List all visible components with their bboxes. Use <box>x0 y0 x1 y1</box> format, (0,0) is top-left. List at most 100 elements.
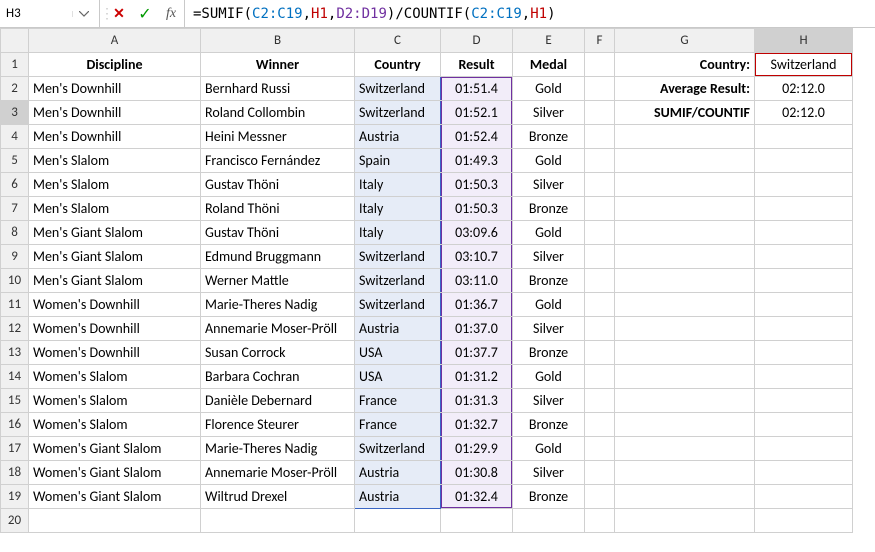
cell[interactable] <box>585 485 615 509</box>
row-header[interactable]: 16 <box>1 413 29 437</box>
cell[interactable] <box>755 461 853 485</box>
cell-winner[interactable]: Heini Messner <box>201 125 355 149</box>
cell-country[interactable]: Switzerland <box>355 77 441 101</box>
cell-discipline[interactable]: Men's Giant Slalom <box>29 221 201 245</box>
cell-result[interactable]: 01:51.4 <box>441 77 513 101</box>
cell-winner[interactable]: Danièle Debernard <box>201 389 355 413</box>
row-header[interactable]: 11 <box>1 293 29 317</box>
cell[interactable] <box>585 77 615 101</box>
cell-country-value[interactable]: Switzerland <box>755 53 853 77</box>
cell-header[interactable]: Result <box>441 53 513 77</box>
cell-result[interactable]: 01:50.3 <box>441 173 513 197</box>
cell[interactable] <box>585 461 615 485</box>
cell[interactable] <box>615 197 755 221</box>
cell-discipline[interactable]: Women's Downhill <box>29 341 201 365</box>
cell-result[interactable]: 01:36.7 <box>441 293 513 317</box>
cell-winner[interactable]: Wiltrud Drexel <box>201 485 355 509</box>
cell[interactable] <box>585 317 615 341</box>
cancel-icon[interactable]: ✕ <box>106 5 132 22</box>
cell-winner[interactable]: Francisco Fernández <box>201 149 355 173</box>
grid[interactable]: A B C D E F G H 1 Discipline Winner Coun… <box>0 28 875 552</box>
cell-result[interactable]: 01:31.3 <box>441 389 513 413</box>
cell[interactable] <box>755 293 853 317</box>
row-header[interactable]: 3 <box>1 101 29 125</box>
cell[interactable] <box>755 365 853 389</box>
row-header[interactable]: 4 <box>1 125 29 149</box>
cell[interactable] <box>585 149 615 173</box>
cell-avg-label[interactable]: Average Result: <box>615 77 755 101</box>
formula-input[interactable]: =SUMIF(C2:C19,H1,D2:D19)/COUNTIF(C2:C19,… <box>185 0 875 27</box>
cell-result[interactable]: 01:49.3 <box>441 149 513 173</box>
cell-country[interactable]: France <box>355 389 441 413</box>
cell[interactable] <box>615 125 755 149</box>
cell-winner[interactable]: Gustav Thöni <box>201 221 355 245</box>
row-header[interactable]: 6 <box>1 173 29 197</box>
cell-discipline[interactable]: Men's Slalom <box>29 197 201 221</box>
cell-winner[interactable]: Susan Corrock <box>201 341 355 365</box>
cell[interactable] <box>615 341 755 365</box>
cell-medal[interactable]: Bronze <box>513 197 585 221</box>
row-header[interactable]: 19 <box>1 485 29 509</box>
cell-winner[interactable]: Barbara Cochran <box>201 365 355 389</box>
cell-country[interactable]: Austria <box>355 125 441 149</box>
col-header-G[interactable]: G <box>615 29 755 53</box>
cell[interactable] <box>615 245 755 269</box>
cell-country[interactable]: Italy <box>355 173 441 197</box>
cell-result[interactable]: 01:37.7 <box>441 341 513 365</box>
col-header-A[interactable]: A <box>29 29 201 53</box>
cell-medal[interactable]: Bronze <box>513 269 585 293</box>
row-header[interactable]: 7 <box>1 197 29 221</box>
cell-avg-value[interactable]: 02:12.0 <box>755 77 853 101</box>
row-header[interactable]: 8 <box>1 221 29 245</box>
cell[interactable] <box>585 245 615 269</box>
cell-result[interactable]: 01:32.7 <box>441 413 513 437</box>
cell[interactable] <box>585 437 615 461</box>
cell-discipline[interactable]: Men's Downhill <box>29 77 201 101</box>
cell-result[interactable]: 01:52.1 <box>441 101 513 125</box>
cell-medal[interactable]: Bronze <box>513 341 585 365</box>
cell-medal[interactable]: Bronze <box>513 125 585 149</box>
cell[interactable] <box>755 269 853 293</box>
col-header-H[interactable]: H <box>755 29 853 53</box>
row-header[interactable]: 14 <box>1 365 29 389</box>
cell-discipline[interactable]: Women's Giant Slalom <box>29 485 201 509</box>
row-header[interactable]: 5 <box>1 149 29 173</box>
cell-discipline[interactable]: Women's Slalom <box>29 413 201 437</box>
cell[interactable] <box>29 509 201 533</box>
cell-country[interactable]: Switzerland <box>355 101 441 125</box>
col-header-E[interactable]: E <box>513 29 585 53</box>
cell-medal[interactable]: Bronze <box>513 413 585 437</box>
cell[interactable] <box>755 125 853 149</box>
cell-country[interactable]: Austria <box>355 461 441 485</box>
fx-icon[interactable]: fx <box>158 6 184 22</box>
col-header-F[interactable]: F <box>585 29 615 53</box>
cell[interactable] <box>755 437 853 461</box>
cell[interactable] <box>755 413 853 437</box>
cell[interactable] <box>615 389 755 413</box>
cell[interactable] <box>355 509 441 533</box>
cell-winner[interactable]: Roland Thöni <box>201 197 355 221</box>
row-header[interactable]: 15 <box>1 389 29 413</box>
cell[interactable] <box>585 221 615 245</box>
cell[interactable] <box>201 509 355 533</box>
cell[interactable] <box>755 245 853 269</box>
cell[interactable] <box>755 173 853 197</box>
row-header[interactable]: 2 <box>1 77 29 101</box>
row-header[interactable]: 10 <box>1 269 29 293</box>
cell[interactable] <box>585 365 615 389</box>
cell-discipline[interactable]: Women's Giant Slalom <box>29 461 201 485</box>
cell-country[interactable]: Austria <box>355 485 441 509</box>
row-header[interactable]: 13 <box>1 341 29 365</box>
cell-winner[interactable]: Roland Collombin <box>201 101 355 125</box>
cell[interactable] <box>755 317 853 341</box>
cell-country[interactable]: Italy <box>355 221 441 245</box>
cell-country[interactable]: Switzerland <box>355 245 441 269</box>
cell-discipline[interactable]: Men's Slalom <box>29 149 201 173</box>
select-all-corner[interactable] <box>1 29 29 53</box>
cell-discipline[interactable]: Men's Downhill <box>29 125 201 149</box>
cell[interactable] <box>615 485 755 509</box>
cell-medal[interactable]: Silver <box>513 389 585 413</box>
cell-medal[interactable]: Gold <box>513 149 585 173</box>
cell-result[interactable]: 03:11.0 <box>441 269 513 293</box>
cell[interactable] <box>615 509 755 533</box>
